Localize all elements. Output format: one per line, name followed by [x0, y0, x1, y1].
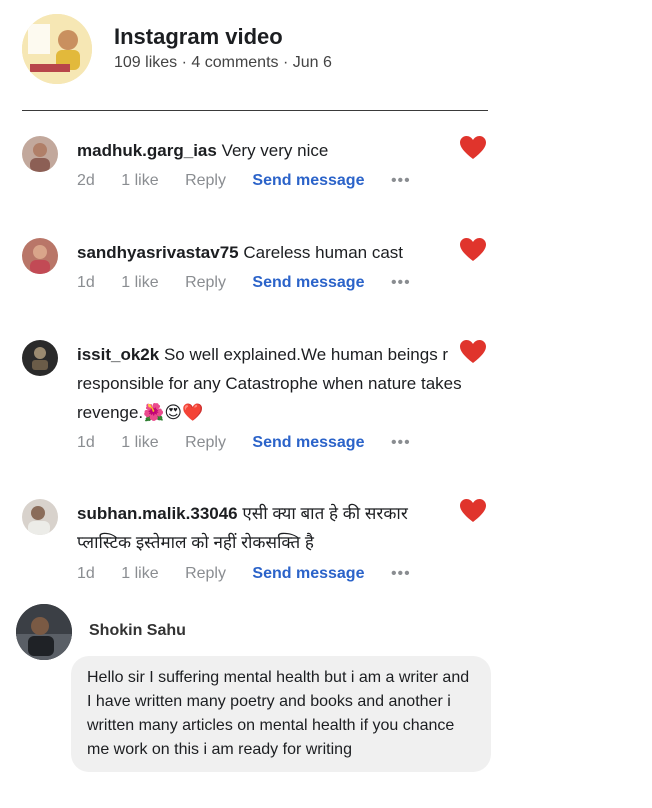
- comment-likes[interactable]: 1 like: [121, 434, 158, 452]
- heart-icon[interactable]: [460, 238, 486, 262]
- heart-icon[interactable]: [460, 136, 486, 160]
- send-message-button[interactable]: Send message: [252, 274, 364, 292]
- heart-icon[interactable]: [460, 499, 486, 523]
- page-title[interactable]: Instagram video: [114, 24, 283, 50]
- comment-username[interactable]: subhan.malik.33046: [77, 504, 238, 523]
- post-meta: 109 likes · 4 comments · Jun 6: [114, 54, 332, 71]
- avatar[interactable]: [22, 136, 58, 172]
- send-message-button[interactable]: Send message: [252, 565, 364, 583]
- avatar[interactable]: [22, 340, 58, 376]
- comment-actions: 1d 1 like Reply Send message •••: [77, 434, 433, 452]
- comment-time: 1d: [77, 434, 95, 451]
- more-options-icon[interactable]: •••: [391, 565, 411, 583]
- reply-button[interactable]: Reply: [185, 274, 226, 292]
- comment-time: 2d: [77, 172, 95, 189]
- comment-actions: 1d 1 like Reply Send message •••: [77, 565, 433, 583]
- comment-actions: 2d 1 like Reply Send message •••: [77, 172, 433, 190]
- comment-actions: 1d 1 like Reply Send message •••: [77, 274, 433, 292]
- comment-text: Careless human cast: [243, 243, 404, 262]
- reply-text-bubble: Hello sir I suffering mental health but …: [71, 656, 491, 772]
- more-options-icon[interactable]: •••: [391, 434, 411, 452]
- more-options-icon[interactable]: •••: [391, 172, 411, 190]
- comment-body: issit_ok2k So well explained.We human be…: [77, 340, 462, 427]
- more-options-icon[interactable]: •••: [391, 274, 411, 292]
- comment-time: 1d: [77, 274, 95, 291]
- avatar[interactable]: [16, 604, 72, 660]
- send-message-button[interactable]: Send message: [252, 434, 364, 452]
- comment-time: 1d: [77, 565, 95, 582]
- comment-body: madhuk.garg_ias Very very nice: [77, 136, 462, 165]
- avatar[interactable]: [22, 499, 58, 535]
- reply-comment: Shokin Sahu Hello sir I suffering mental…: [16, 604, 491, 794]
- reply-username[interactable]: Shokin Sahu: [89, 622, 186, 640]
- comment-likes[interactable]: 1 like: [121, 274, 158, 292]
- comment-username[interactable]: issit_ok2k: [77, 345, 159, 364]
- send-message-button[interactable]: Send message: [252, 172, 364, 190]
- comment-likes[interactable]: 1 like: [121, 172, 158, 190]
- comment-username[interactable]: madhuk.garg_ias: [77, 141, 217, 160]
- comment-body: sandhyasrivastav75 Careless human cast: [77, 238, 462, 267]
- heart-icon[interactable]: [460, 340, 486, 364]
- reply-button[interactable]: Reply: [185, 434, 226, 452]
- comment-body: subhan.malik.33046 एसी क्या बात हे की सर…: [77, 499, 462, 557]
- reply-button[interactable]: Reply: [185, 565, 226, 583]
- comment-username[interactable]: sandhyasrivastav75: [77, 243, 239, 262]
- post-header: Instagram video 109 likes · 4 comments ·…: [22, 14, 492, 84]
- avatar[interactable]: [22, 238, 58, 274]
- reply-button[interactable]: Reply: [185, 172, 226, 190]
- divider: [22, 110, 488, 111]
- page-avatar[interactable]: [22, 14, 92, 84]
- comment-text: Very very nice: [221, 141, 329, 160]
- comment-likes[interactable]: 1 like: [121, 565, 158, 583]
